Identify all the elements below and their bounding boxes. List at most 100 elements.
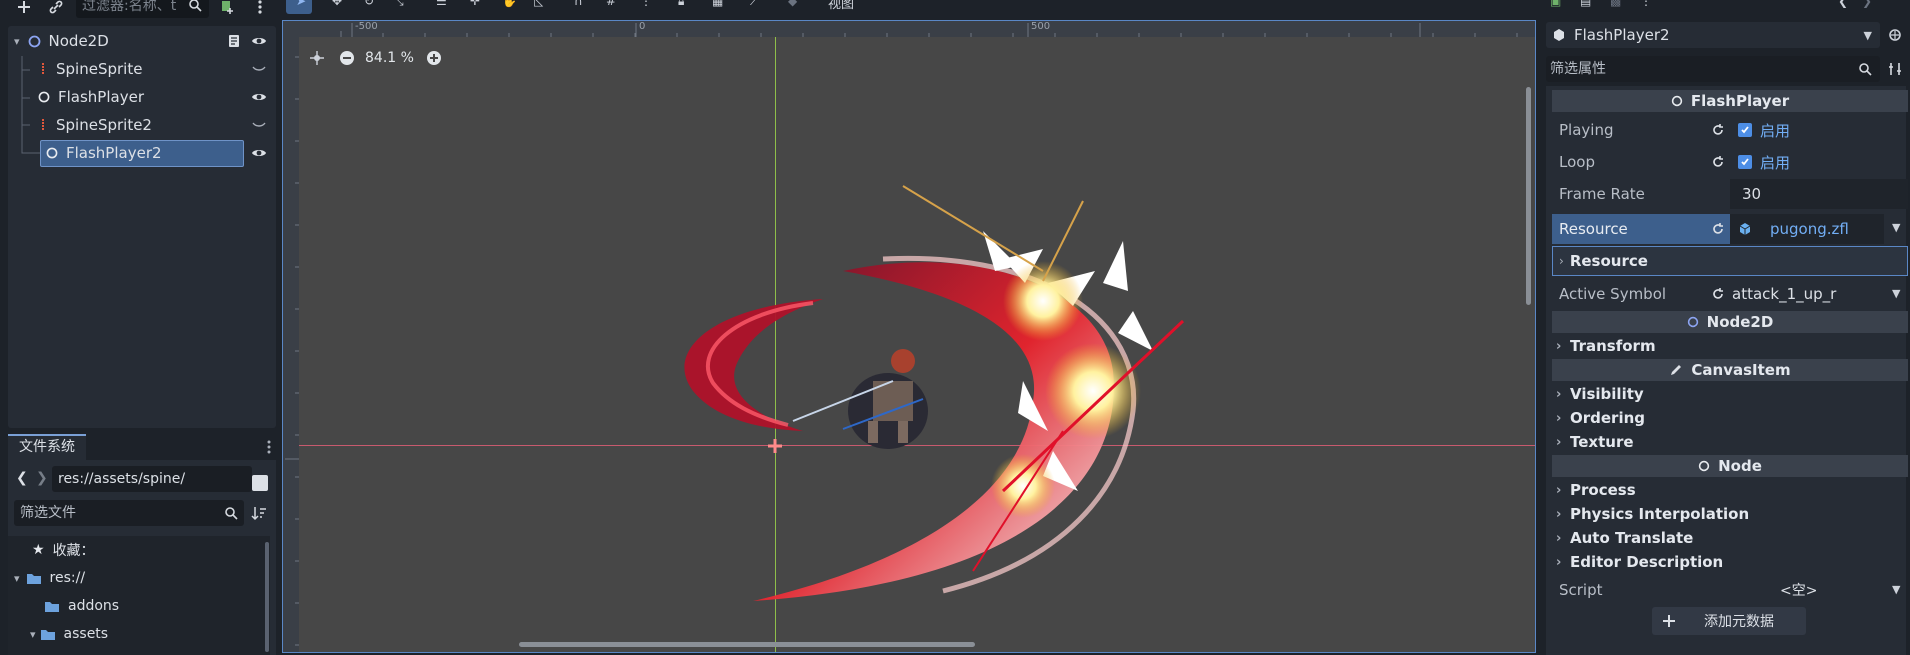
object-cube-icon: [1552, 28, 1566, 42]
active-symbol-dropdown[interactable]: attack_1_up_r: [1732, 285, 1836, 303]
sort-icon[interactable]: [250, 504, 268, 522]
tab-filesystem[interactable]: 文件系统: [8, 434, 86, 460]
kebab-menu-icon[interactable]: ⋮: [1640, 0, 1652, 8]
history-forward-icon[interactable]: ❯: [1862, 0, 1872, 8]
visibility-eye-icon[interactable]: [250, 32, 268, 50]
kebab-menu-icon[interactable]: ⋮: [640, 0, 652, 8]
scrollbar[interactable]: [265, 542, 269, 652]
visibility-eye-icon[interactable]: [250, 144, 268, 162]
pan-hand-icon[interactable]: ✋: [502, 0, 517, 8]
revert-icon[interactable]: [1710, 286, 1726, 302]
object-tools-icon[interactable]: [1886, 26, 1904, 44]
move-icon[interactable]: ✥: [332, 0, 342, 8]
revert-icon[interactable]: [1710, 122, 1726, 138]
pivot-icon[interactable]: ✛: [470, 0, 480, 8]
collapse-arrow-icon[interactable]: ▾: [30, 628, 36, 641]
revert-icon[interactable]: [1710, 221, 1726, 237]
property-filter-input[interactable]: 筛选属性: [1546, 56, 1880, 82]
tree-node-label: FlashPlayer: [58, 88, 144, 106]
visibility-eye-icon[interactable]: [250, 88, 268, 106]
visibility-closed-icon[interactable]: [250, 60, 268, 78]
snap-icon[interactable]: ∩: [574, 0, 583, 8]
ruler-icon[interactable]: ◺: [534, 0, 543, 8]
resource-picker[interactable]: pugong.zfl: [1730, 214, 1884, 244]
node2d-icon: [28, 35, 41, 48]
chevron-down-icon[interactable]: ▼: [1892, 221, 1900, 234]
new-resource-icon[interactable]: ▣: [1550, 0, 1561, 8]
script-icon[interactable]: [226, 33, 242, 49]
section-flashplayer: FlashPlayer: [1552, 90, 1908, 112]
group-process[interactable]: › Process: [1552, 479, 1908, 501]
kebab-menu-icon[interactable]: [262, 436, 276, 458]
group-editor-description[interactable]: › Editor Description: [1552, 551, 1908, 573]
open-folder-icon[interactable]: ▤: [1580, 0, 1591, 8]
tree-node-spinesprite[interactable]: SpineSprite: [38, 55, 276, 83]
camera-override-icon[interactable]: ◆: [788, 0, 797, 8]
script-picker[interactable]: <空>: [1780, 580, 1817, 600]
scale-icon[interactable]: ⤡: [394, 0, 404, 9]
section-canvasitem: CanvasItem: [1552, 359, 1908, 381]
save-icon[interactable]: ▩: [1610, 0, 1621, 8]
search-icon: [1856, 60, 1874, 78]
file-tree-item-assets[interactable]: ▾ assets: [30, 620, 108, 648]
group-visibility[interactable]: › Visibility: [1552, 383, 1908, 405]
file-tree: ★ 收藏： ▾ res:// addons ▾ assets: [8, 536, 270, 655]
tree-node-flashplayer[interactable]: FlashPlayer: [38, 83, 276, 111]
tree-node-label: FlashPlayer2: [66, 144, 162, 162]
section-node2d: Node2D: [1552, 311, 1908, 333]
prop-frame-rate: Frame Rate 30: [1552, 179, 1908, 209]
group-texture[interactable]: › Texture: [1552, 431, 1908, 453]
split-view-icon[interactable]: [252, 475, 268, 491]
tree-node-flashplayer2[interactable]: FlashPlayer2: [46, 139, 276, 167]
group-transform[interactable]: › Transform: [1552, 335, 1908, 357]
section-node: Node: [1552, 455, 1908, 477]
group-ordering[interactable]: › Ordering: [1552, 407, 1908, 429]
canvas-viewport[interactable]: -500 0 500 84.1 %: [282, 20, 1536, 653]
inspector-settings-icon[interactable]: [1886, 60, 1904, 78]
group-icon[interactable]: ▦: [712, 0, 723, 8]
add-metadata-button[interactable]: 添加元数据: [1652, 607, 1806, 635]
file-filter-input[interactable]: 筛选文件: [14, 500, 244, 526]
horizontal-scrollbar[interactable]: [519, 642, 975, 647]
forward-arrow-icon[interactable]: ❯: [36, 470, 48, 486]
group-physics-interpolation[interactable]: › Physics Interpolation: [1552, 503, 1908, 525]
chevron-down-icon[interactable]: ▼: [1892, 583, 1900, 596]
chevron-down-icon[interactable]: ▼: [1892, 287, 1900, 300]
grid-snap-icon[interactable]: #: [606, 0, 616, 8]
inspector-body: FlashPlayer Playing 启用 Loop 启用 Frame Rat…: [1546, 86, 1908, 655]
vertical-scrollbar[interactable]: [1526, 87, 1531, 305]
back-arrow-icon[interactable]: ❮: [16, 470, 28, 486]
object-selector[interactable]: FlashPlayer2 ▼: [1546, 22, 1880, 48]
add-node-icon[interactable]: [14, 0, 34, 17]
file-tree-item-res[interactable]: ▾ res://: [14, 564, 85, 592]
visibility-closed-icon[interactable]: [250, 116, 268, 134]
playing-checkbox[interactable]: 启用: [1738, 120, 1790, 141]
loop-checkbox[interactable]: 启用: [1738, 152, 1790, 173]
tree-node-node2d[interactable]: ▾ Node2D: [14, 27, 276, 55]
instance-scene-icon[interactable]: [218, 0, 238, 17]
object-name: FlashPlayer2: [1574, 26, 1670, 44]
favorites-row[interactable]: ★ 收藏：: [32, 536, 95, 564]
chevron-right-icon: ›: [1559, 254, 1564, 268]
chevron-right-icon: ›: [1556, 482, 1562, 498]
history-back-icon[interactable]: ❮: [1838, 0, 1848, 8]
collapse-arrow-icon[interactable]: ▾: [14, 572, 20, 585]
collapse-arrow-icon[interactable]: ▾: [14, 35, 20, 48]
resource-subinspector[interactable]: › Resource: [1552, 246, 1908, 276]
rotate-icon[interactable]: ↻: [364, 0, 374, 8]
node-circle-icon: [46, 147, 58, 159]
node-circle-icon: [38, 91, 50, 103]
group-auto-translate[interactable]: › Auto Translate: [1552, 527, 1908, 549]
path-field[interactable]: res://assets/spine/: [52, 466, 252, 492]
scene-tree: ▾ Node2D SpineSprite FlashPlayer SpineSp…: [8, 26, 276, 428]
file-tree-item-addons[interactable]: addons: [44, 592, 119, 620]
list-select-icon[interactable]: ☰: [436, 0, 447, 8]
view-menu[interactable]: 视图: [828, 0, 854, 12]
kebab-menu-icon[interactable]: [250, 0, 270, 17]
folder-icon: [40, 628, 56, 641]
tree-node-spinesprite2[interactable]: SpineSprite2: [38, 111, 276, 139]
link-icon[interactable]: [46, 0, 66, 17]
revert-icon[interactable]: [1710, 154, 1726, 170]
bone-icon[interactable]: ⟋: [750, 0, 758, 9]
lock-icon[interactable]: 🔒︎: [678, 0, 684, 9]
